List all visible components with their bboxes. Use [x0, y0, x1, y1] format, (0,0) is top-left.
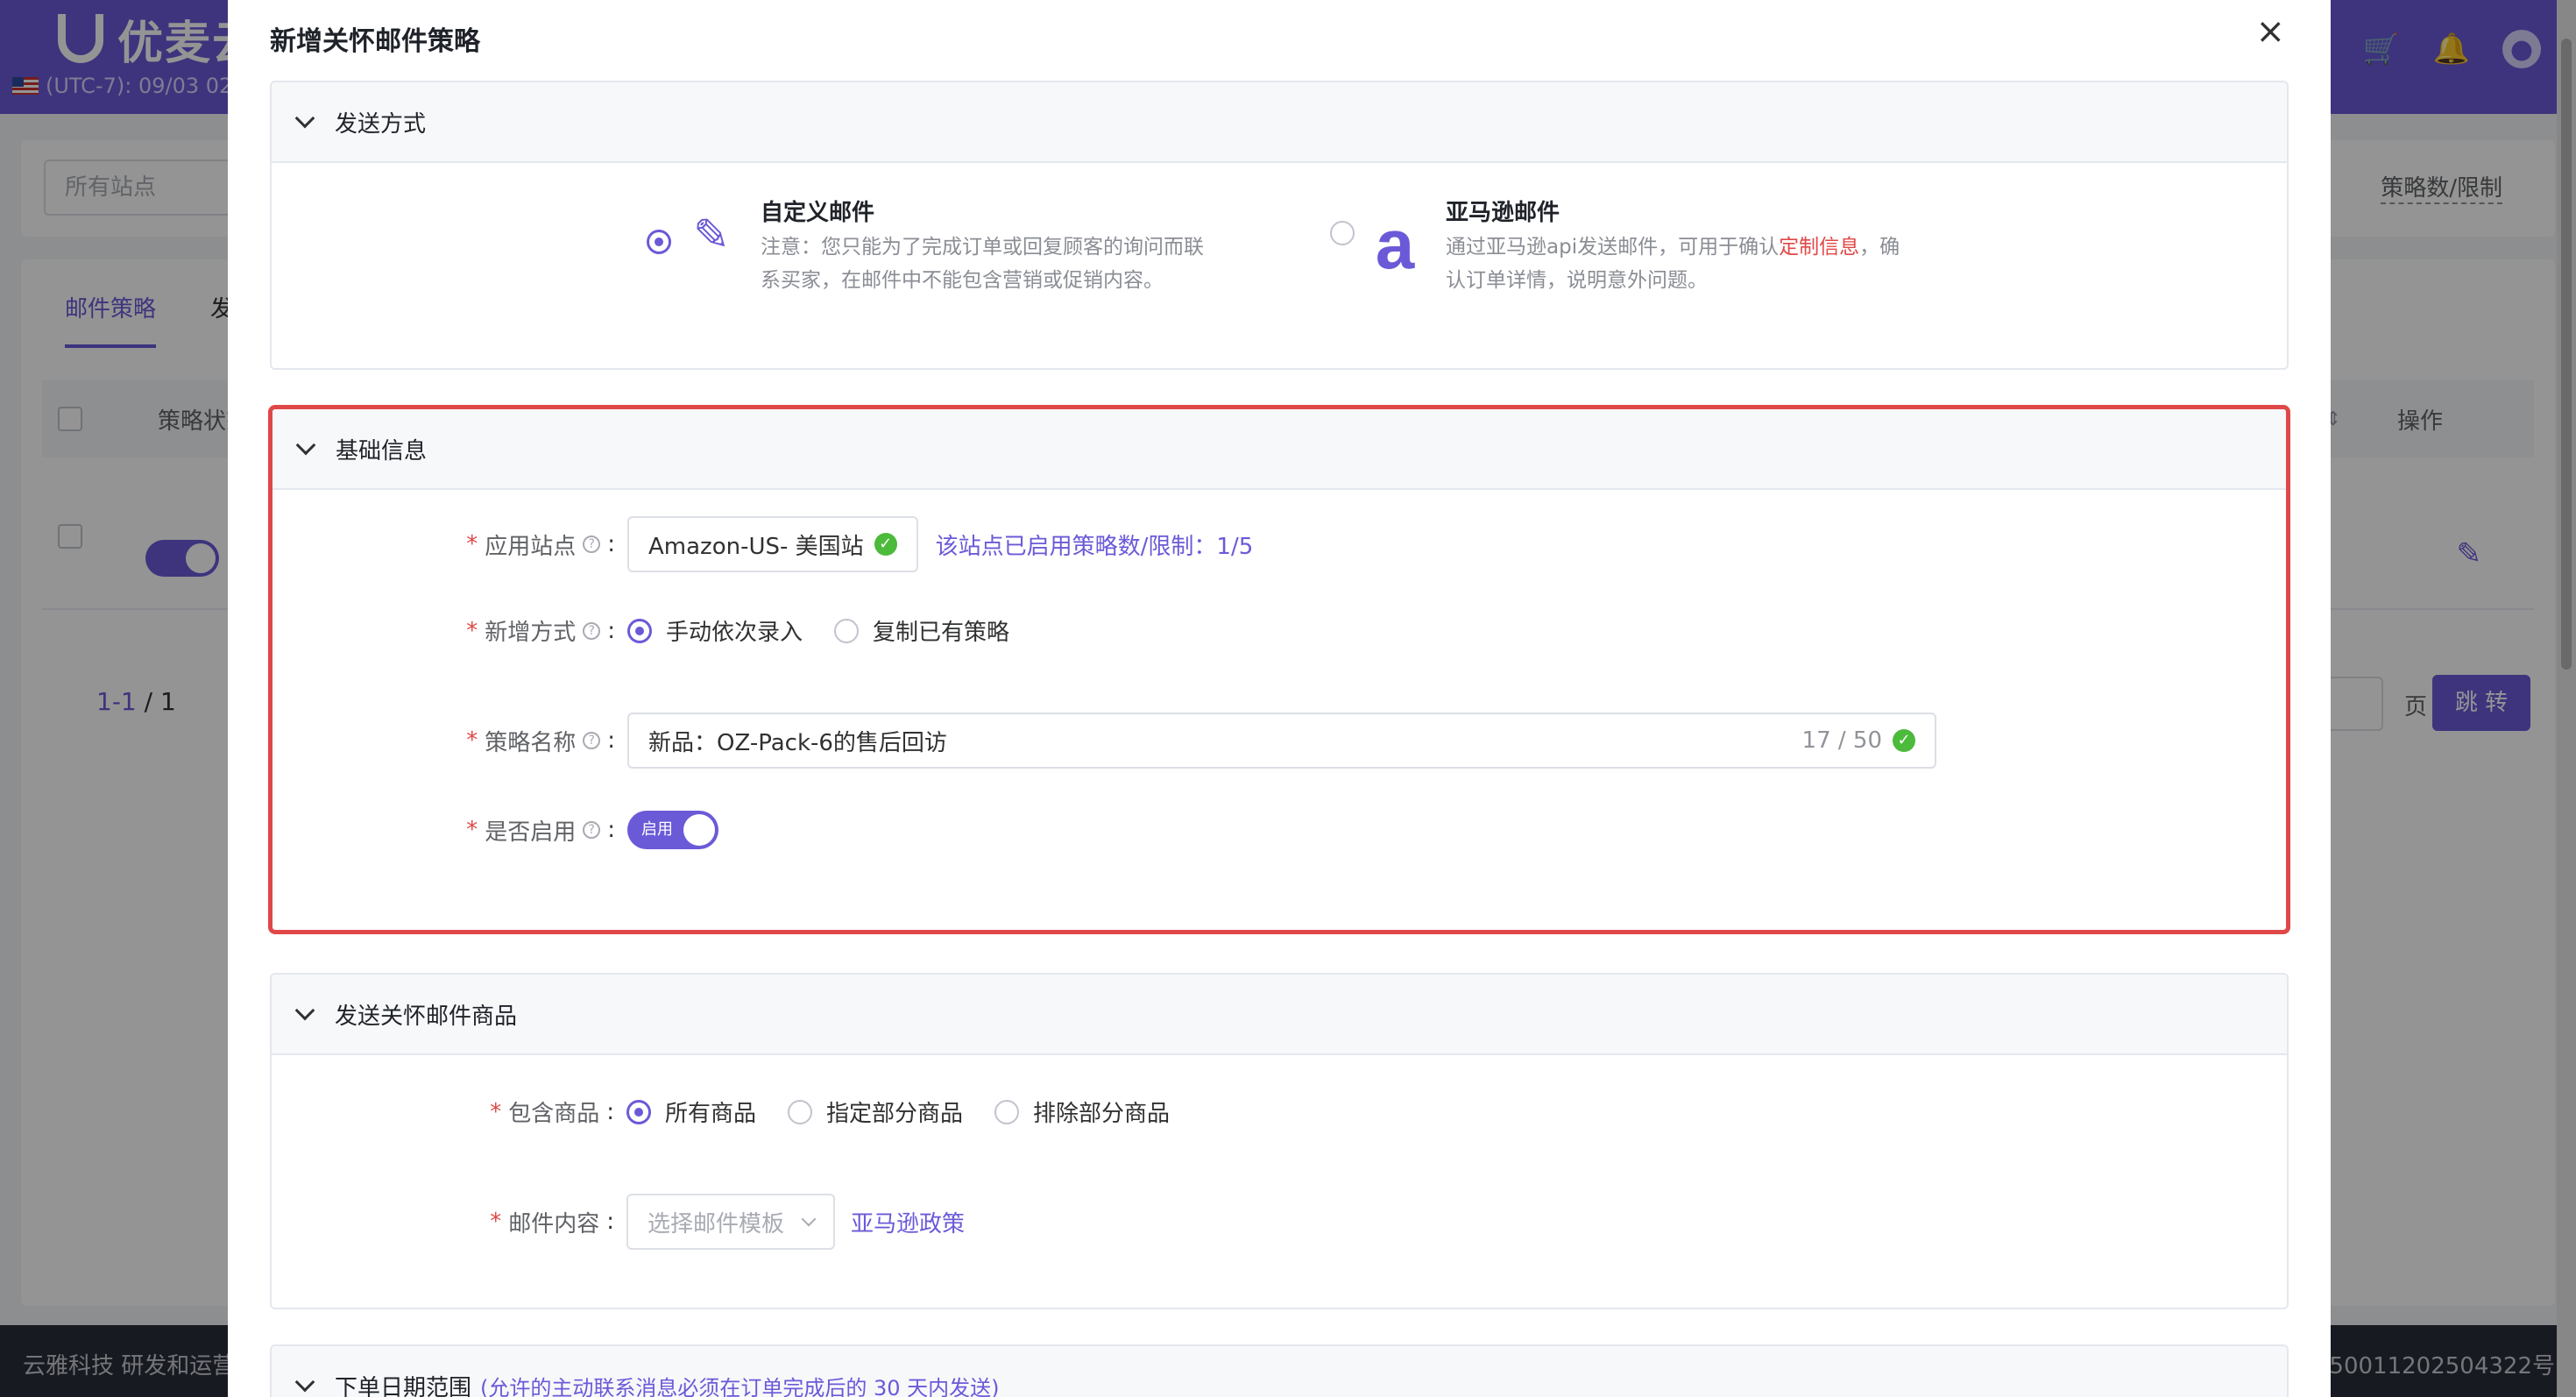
label-text: 包含商品 — [508, 1101, 600, 1127]
radio-label: 复制已有策略 — [873, 620, 1010, 646]
radio-button[interactable] — [994, 1099, 1020, 1124]
name-label: * 策略名称?: — [272, 725, 627, 757]
label-text: 新增方式 — [485, 620, 577, 646]
chevron-down-icon — [294, 1372, 315, 1393]
label-text: 邮件内容 — [508, 1210, 600, 1237]
custom-info-link[interactable]: 定制信息 — [1779, 236, 1859, 259]
option-description: 通过亚马逊api发送邮件，可用于确认定制信息，确认订单详情，说明意外问题。 — [1446, 230, 1901, 297]
radio-button[interactable] — [626, 1099, 651, 1124]
help-icon[interactable]: ? — [583, 732, 601, 749]
option-title: 亚马逊邮件 — [1446, 200, 1560, 226]
switch-knob — [683, 814, 715, 846]
amazon-email-radio[interactable] — [1330, 221, 1355, 245]
select-placeholder: 选择邮件模板 — [648, 1210, 785, 1237]
help-icon[interactable]: ? — [583, 535, 601, 553]
chevron-down-icon — [295, 435, 316, 456]
custom-email-option[interactable]: ✎ 自定义邮件 注意：您只能为了完成订单或回复顾客的询问而联系买家，在邮件中不能… — [647, 195, 1216, 297]
amazon-a-icon: a — [1375, 205, 1415, 283]
include-products-row: * 包含商品: 所有商品 指定部分商品 排除部分商品 — [272, 1096, 1189, 1128]
section-title: 发送关怀邮件商品 — [335, 1003, 518, 1030]
check-circle-icon: ✓ — [1893, 729, 1915, 752]
check-circle-icon: ✓ — [874, 533, 897, 556]
label-text: 应用站点 — [485, 533, 577, 560]
date-range-header[interactable]: 下单日期范围 (允许的主动联系消息必须在订单完成后的 30 天内发送) — [272, 1346, 2287, 1397]
strategy-name-input[interactable]: 新品：OZ-Pack-6的售后回访 17 / 50 ✓ — [627, 713, 1936, 769]
content-label: * 邮件内容: — [272, 1206, 626, 1238]
option-title: 自定义邮件 — [761, 200, 875, 226]
enabled-label: * 是否启用?: — [272, 814, 627, 847]
radio-label: 指定部分商品 — [826, 1101, 964, 1127]
dialog-title: 新增关怀邮件策略 — [270, 26, 480, 57]
date-range-note: (允许的主动联系消息必须在订单完成后的 30 天内发送) — [480, 1375, 1000, 1397]
site-value: Amazon-US- 美国站 — [648, 533, 864, 560]
radio-manual-entry[interactable]: 手动依次录入 — [627, 614, 803, 647]
radio-label: 手动依次录入 — [666, 620, 803, 646]
add-method-label: * 新增方式?: — [272, 614, 627, 647]
desc-text: 通过亚马逊api发送邮件，可用于确认 — [1446, 236, 1780, 259]
chevron-down-icon — [801, 1211, 817, 1227]
radio-copy-existing[interactable]: 复制已有策略 — [834, 614, 1009, 647]
input-value: 新品：OZ-Pack-6的售后回访 — [648, 729, 947, 756]
products-section: 发送关怀邮件商品 * 包含商品: 所有商品 指定部分商品 排除部分商品 * 邮件内容… — [270, 973, 2289, 1309]
name-form-row: * 策略名称?: 新品：OZ-Pack-6的售后回访 17 / 50 ✓ — [272, 713, 1936, 769]
pen-icon: ✎ — [693, 209, 730, 260]
site-select[interactable]: Amazon-US- 美国站 ✓ — [627, 516, 918, 572]
chevron-down-icon — [294, 1000, 315, 1021]
amazon-policy-link[interactable]: 亚马逊政策 — [851, 1206, 965, 1238]
email-template-select[interactable]: 选择邮件模板 — [626, 1194, 836, 1250]
send-method-header[interactable]: 发送方式 — [272, 82, 2287, 163]
basic-info-section: 基础信息 * 应用站点?: Amazon-US- 美国站 ✓ 该站点已启用策略数/… — [268, 405, 2290, 934]
help-icon[interactable]: ? — [583, 821, 601, 839]
products-header[interactable]: 发送关怀邮件商品 — [272, 975, 2287, 1055]
help-icon[interactable]: ? — [583, 621, 601, 640]
add-method-radio-group: 手动依次录入 复制已有策略 — [627, 614, 1029, 647]
enabled-form-row: * 是否启用?: 启用 — [272, 811, 718, 849]
custom-email-radio[interactable] — [647, 230, 671, 254]
amazon-email-option[interactable]: a 亚马逊邮件 通过亚马逊api发送邮件，可用于确认定制信息，确认订单详情，说明… — [1330, 195, 1901, 297]
radio-exclude-products[interactable]: 排除部分商品 — [994, 1096, 1170, 1128]
label-text: 是否启用 — [485, 819, 577, 846]
section-title: 发送方式 — [335, 110, 427, 138]
add-care-email-strategy-dialog: 新增关怀邮件策略 × 发送方式 ✎ 自定义邮件 注意：您只能为了完成订单或回复顾… — [228, 0, 2331, 1397]
radio-specified-products[interactable]: 指定部分商品 — [788, 1096, 963, 1128]
radio-button[interactable] — [627, 618, 652, 643]
char-counter: 17 / 50 — [1801, 727, 1882, 754]
add-method-form-row: * 新增方式?: 手动依次录入 复制已有策略 — [272, 614, 1029, 647]
include-radio-group: 所有商品 指定部分商品 排除部分商品 — [626, 1096, 1189, 1128]
section-title: 基础信息 — [336, 437, 428, 464]
site-form-row: * 应用站点?: Amazon-US- 美国站 ✓ 该站点已启用策略数/限制：1/… — [272, 516, 1253, 572]
site-label: * 应用站点?: — [272, 528, 627, 561]
radio-label: 排除部分商品 — [1033, 1101, 1171, 1127]
site-limit-link[interactable]: 该站点已启用策略数/限制：1/5 — [936, 528, 1254, 561]
enable-toggle-switch[interactable]: 启用 — [627, 811, 718, 849]
close-icon[interactable]: × — [2255, 12, 2285, 51]
radio-all-products[interactable]: 所有商品 — [626, 1096, 756, 1128]
label-text: 策略名称 — [485, 729, 577, 756]
basic-info-header[interactable]: 基础信息 — [272, 409, 2286, 490]
option-description: 注意：您只能为了完成订单或回复顾客的询问而联系买家，在邮件中不能包含营销或促销内… — [761, 236, 1204, 292]
chevron-down-icon — [294, 108, 315, 129]
date-range-section: 下单日期范围 (允许的主动联系消息必须在订单完成后的 30 天内发送) — [270, 1344, 2289, 1397]
radio-button[interactable] — [788, 1099, 813, 1124]
radio-label: 所有商品 — [665, 1101, 757, 1127]
radio-button[interactable] — [834, 618, 860, 643]
section-title: 下单日期范围 — [335, 1374, 472, 1397]
send-method-section: 发送方式 ✎ 自定义邮件 注意：您只能为了完成订单或回复顾客的询问而联系买家，在… — [270, 81, 2289, 370]
switch-text: 启用 — [641, 820, 673, 839]
email-content-row: * 邮件内容: 选择邮件模板 亚马逊政策 — [272, 1194, 965, 1250]
include-label: * 包含商品: — [272, 1096, 626, 1128]
